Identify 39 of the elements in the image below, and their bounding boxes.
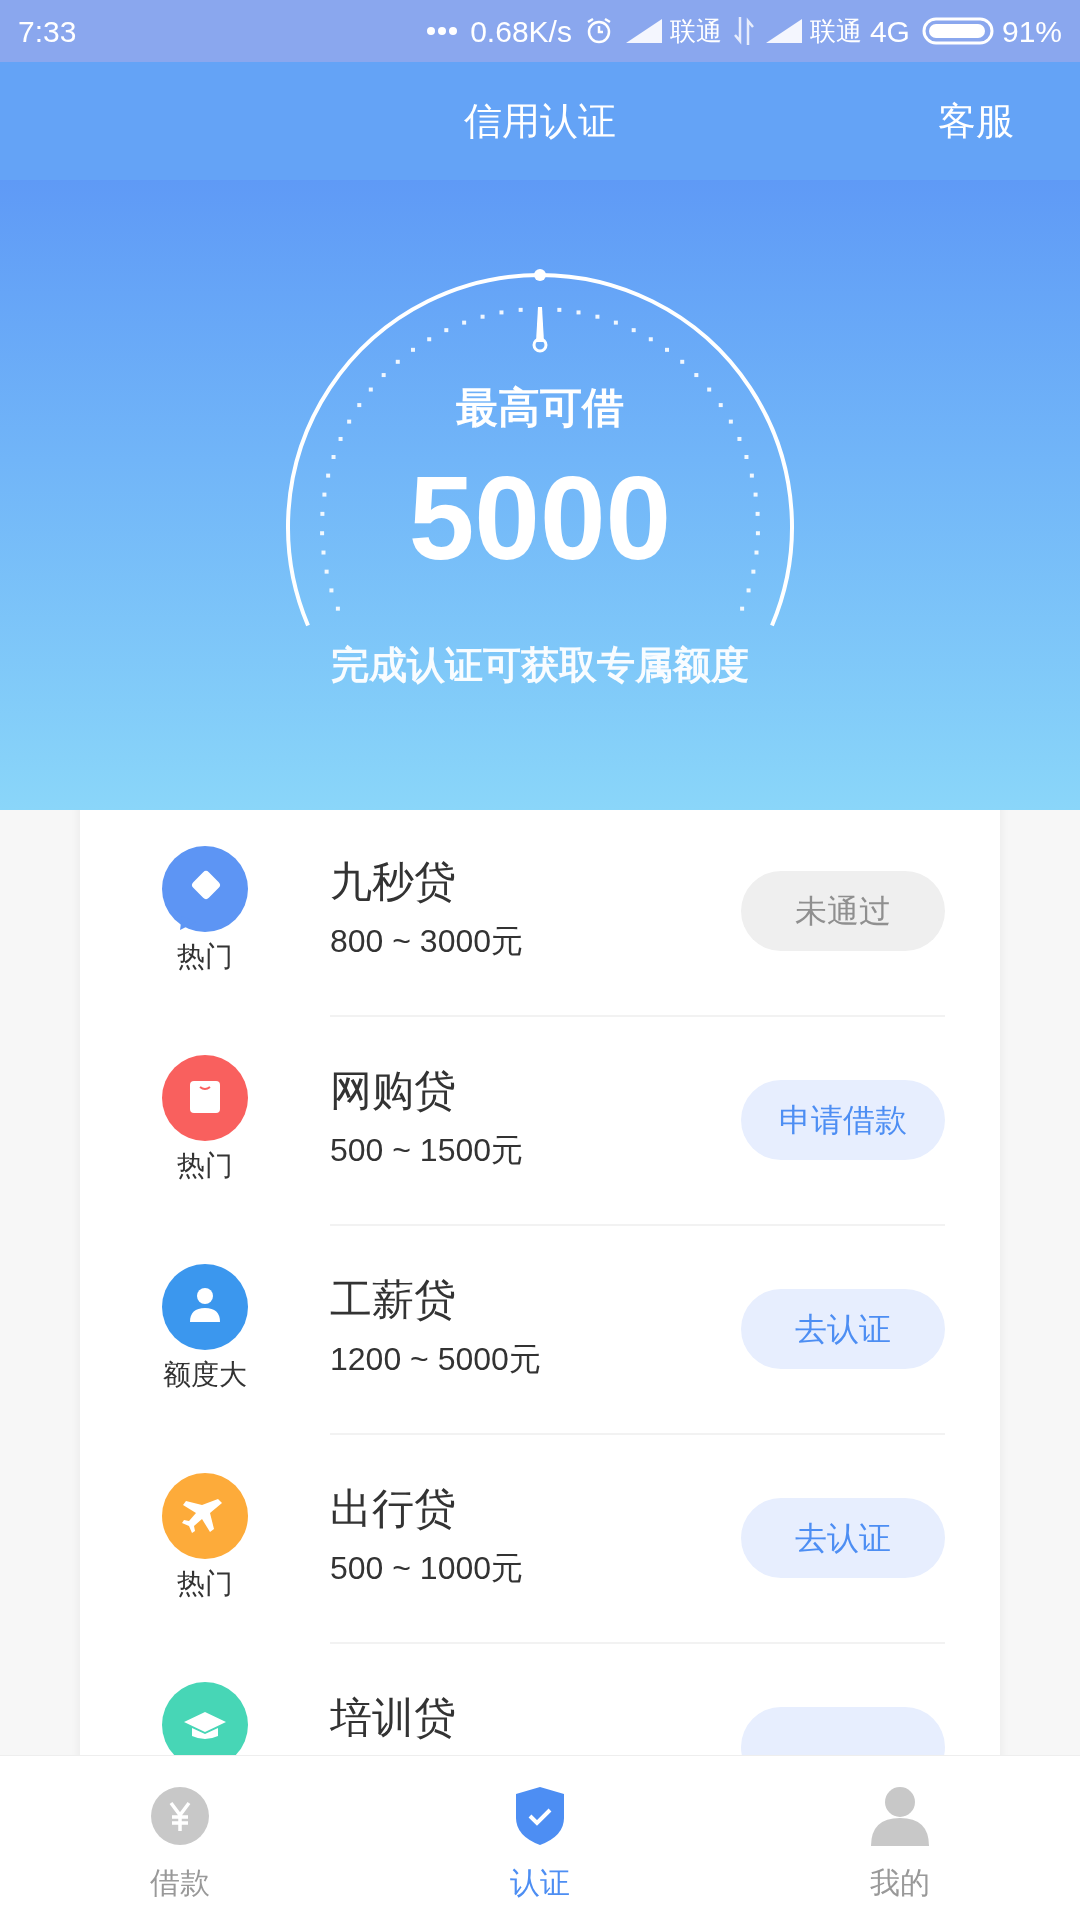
more-dots-icon — [426, 26, 459, 36]
action-button[interactable]: 申请借款 — [741, 1080, 945, 1160]
signal-icon — [765, 19, 802, 43]
nav-tab[interactable]: 认证 — [360, 1756, 720, 1920]
loan-range: 500 ~ 1500元 — [330, 1130, 525, 1170]
yen-icon — [150, 1786, 210, 1846]
loan-name: 工薪贷 — [330, 1274, 457, 1326]
nav-tab[interactable]: 借款 — [0, 1756, 360, 1920]
max-loan-label: 最高可借 — [456, 387, 624, 429]
loan-range: 800 ~ 3000元 — [330, 921, 525, 961]
loan-tag: 额度大 — [163, 1354, 247, 1396]
data-arrows-icon — [733, 17, 754, 45]
nav-tab[interactable]: 我的 — [720, 1756, 1080, 1920]
loan-tag: 热门 — [177, 1145, 233, 1187]
customer-service-link[interactable]: 客服 — [938, 92, 1014, 150]
loan-name: 出行贷 — [330, 1483, 457, 1535]
battery-icon — [921, 17, 994, 45]
hero-subtitle: 完成认证可获取专属额度 — [331, 642, 749, 689]
loan-range: 1200 ~ 5000元 — [330, 1339, 542, 1379]
battery-level: 91% — [1001, 13, 1062, 50]
network-speed: 0.68K/s — [470, 13, 572, 50]
network-type: 4G — [869, 13, 910, 50]
clock-time: 7:33 — [18, 13, 77, 50]
action-button[interactable]: 去认证 — [741, 1289, 945, 1369]
loan-tag: 热门 — [177, 1563, 233, 1605]
shield-check-icon — [515, 1786, 565, 1846]
signal-icon — [625, 19, 662, 43]
loan-tag: 热门 — [177, 936, 233, 978]
max-loan-amount: 5000 — [408, 459, 672, 577]
status-button[interactable]: 未通过 — [741, 871, 945, 951]
action-button[interactable]: 去认证 — [741, 1498, 945, 1578]
loan-name: 网购贷 — [330, 1065, 457, 1117]
page-title: 信用认证 — [464, 97, 616, 145]
loan-name: 九秒贷 — [330, 856, 457, 908]
loan-name: 培训贷 — [330, 1692, 457, 1744]
carrier-name: 联通 — [669, 14, 722, 48]
user-icon — [871, 1786, 929, 1846]
carrier-name: 联通 — [809, 14, 862, 48]
loan-range: 500 ~ 1000元 — [330, 1548, 525, 1588]
